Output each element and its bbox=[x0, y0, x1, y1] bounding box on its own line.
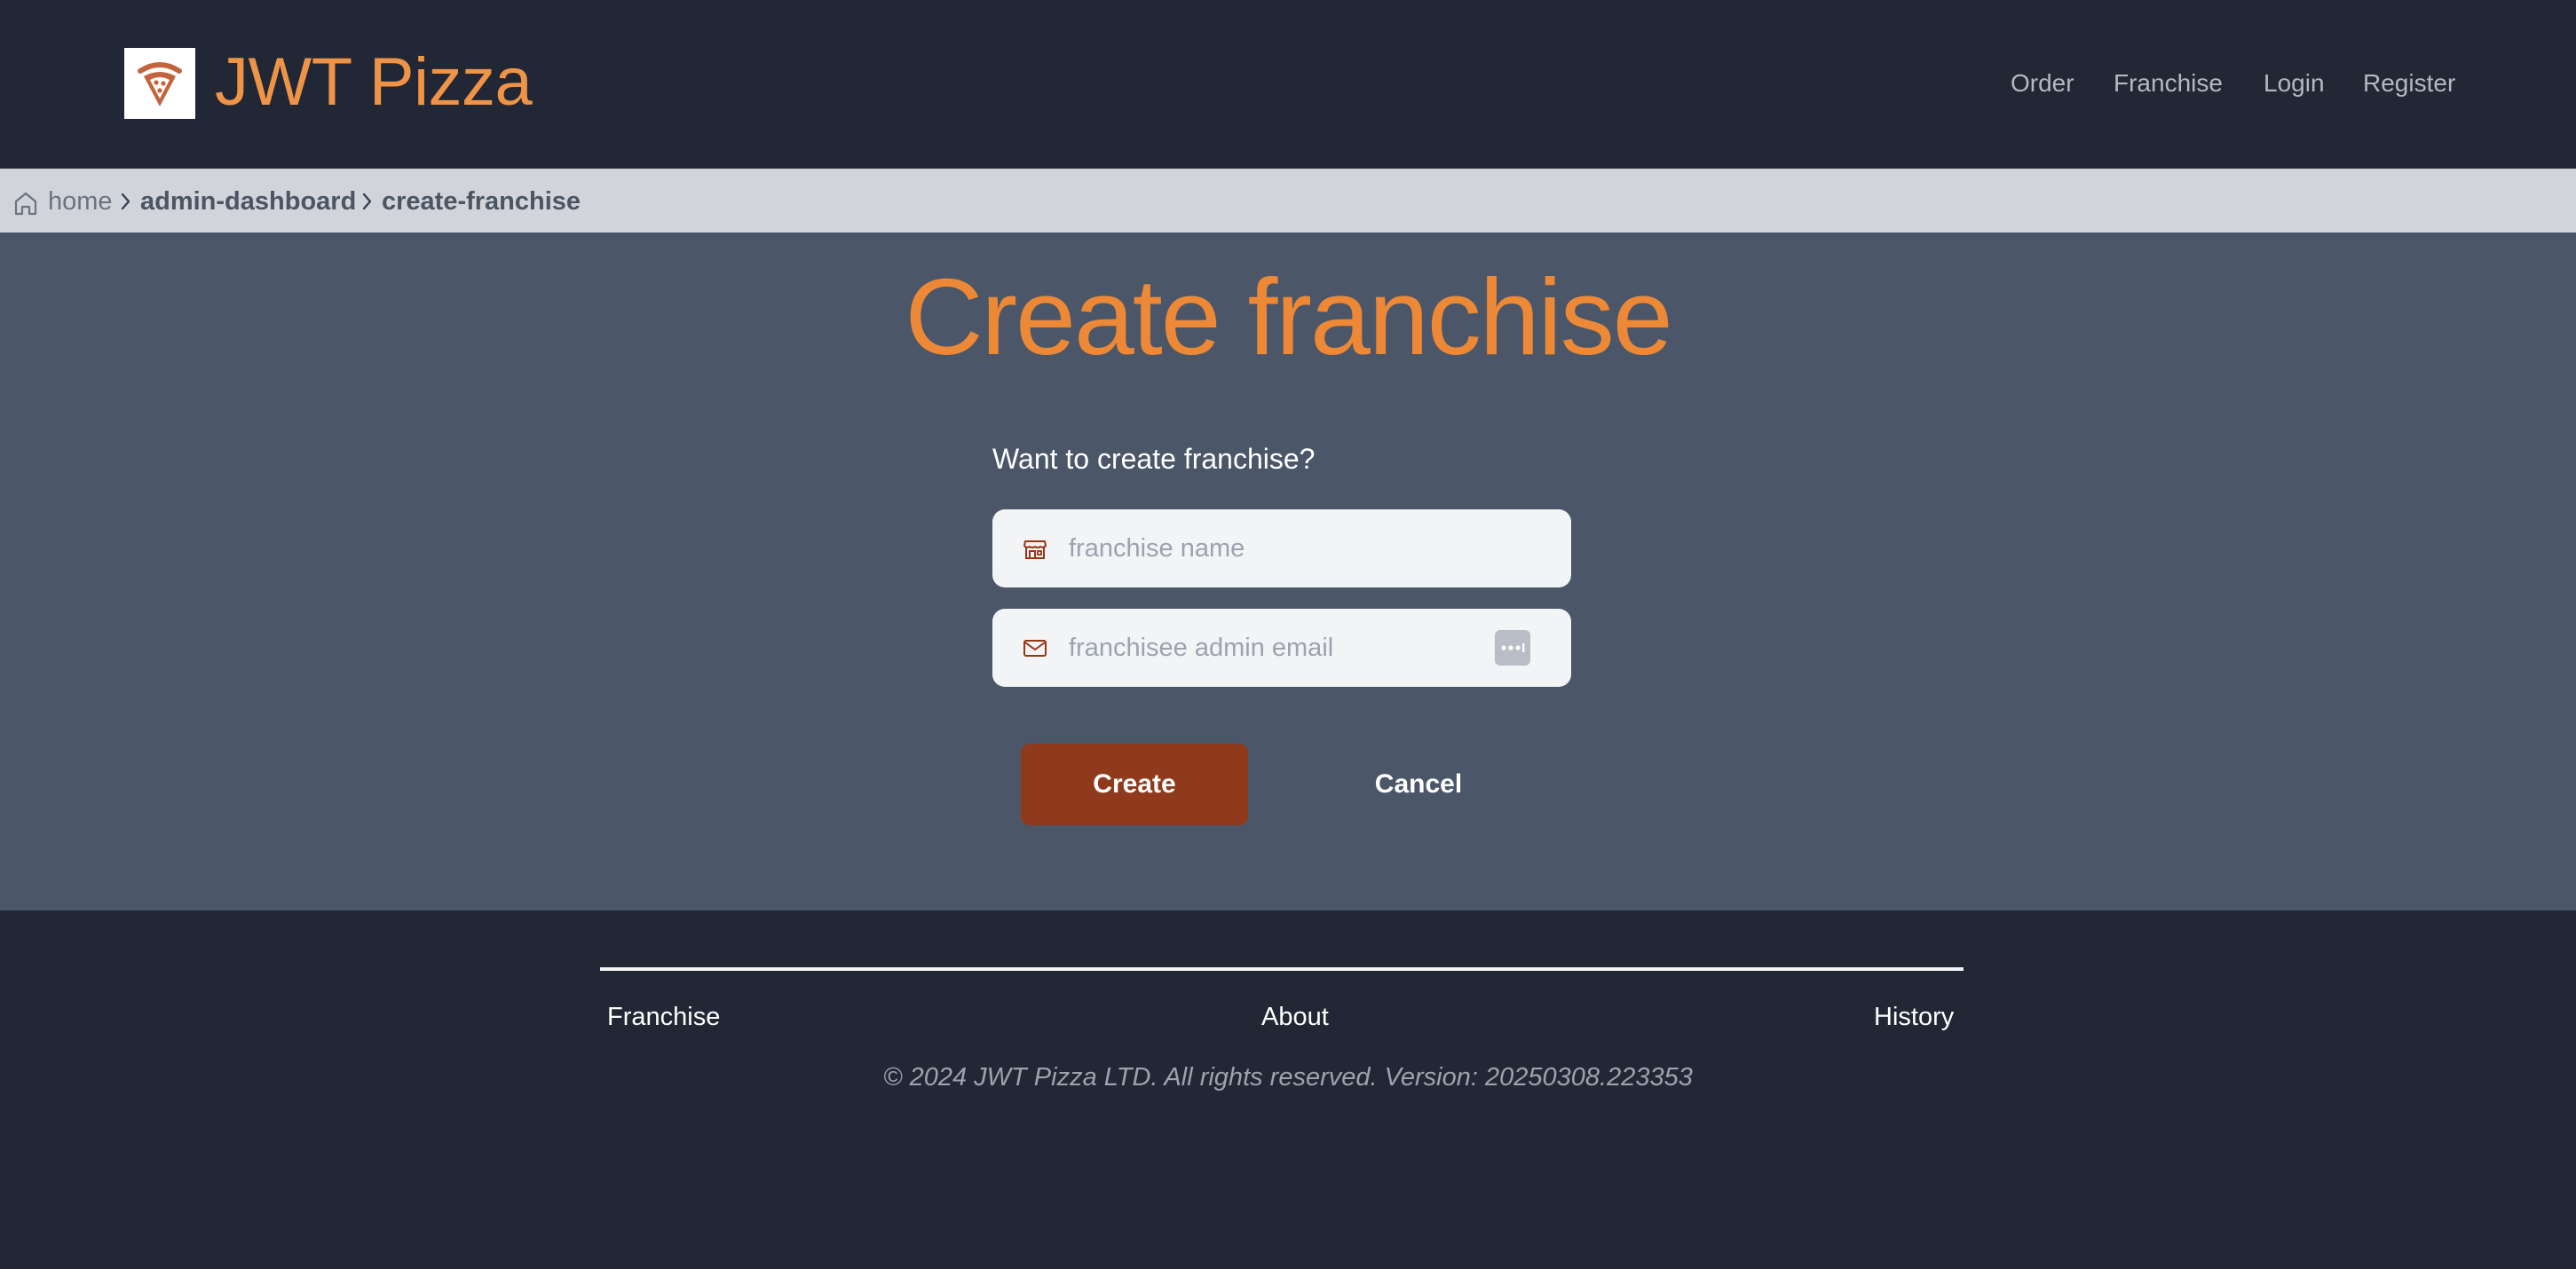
footer-link-about[interactable]: About bbox=[1261, 999, 1329, 1035]
mail-icon bbox=[1023, 640, 1047, 657]
breadcrumb-home[interactable]: home bbox=[48, 185, 113, 218]
dots-icon bbox=[1501, 643, 1525, 652]
form-prompt: Want to create franchise? bbox=[992, 443, 1316, 475]
admin-email-field[interactable] bbox=[992, 609, 1571, 687]
store-icon bbox=[1023, 540, 1047, 559]
footer-divider bbox=[600, 967, 1964, 971]
cancel-button[interactable]: Cancel bbox=[1305, 744, 1532, 825]
page-title: Create franchise bbox=[905, 256, 1672, 377]
breadcrumb-admin-dashboard[interactable]: admin-dashboard bbox=[140, 185, 356, 218]
franchise-name-input[interactable] bbox=[1069, 509, 1530, 587]
nav-login[interactable]: Login bbox=[2264, 66, 2325, 101]
pizza-slice-icon bbox=[138, 62, 182, 106]
footer-link-franchise[interactable]: Franchise bbox=[607, 999, 720, 1035]
create-button[interactable]: Create bbox=[1021, 744, 1248, 825]
home-icon[interactable] bbox=[12, 190, 39, 217]
nav-register[interactable]: Register bbox=[2363, 66, 2455, 101]
franchise-name-field[interactable] bbox=[992, 509, 1571, 587]
nav-franchise[interactable]: Franchise bbox=[2114, 66, 2223, 101]
site-header: JWT Pizza Order Franchise Login Register bbox=[0, 0, 2576, 169]
admin-email-input[interactable] bbox=[1069, 609, 1530, 687]
breadcrumb-create-franchise: create-franchise bbox=[382, 187, 581, 216]
chevron-right-icon bbox=[121, 193, 130, 210]
nav-order[interactable]: Order bbox=[2011, 66, 2074, 101]
footer-link-history[interactable]: History bbox=[1874, 999, 1954, 1035]
copyright-text: © 2024 JWT Pizza LTD. All rights reserve… bbox=[883, 1063, 1693, 1092]
site-footer: Franchise About History © 2024 JWT Pizza… bbox=[0, 910, 2576, 1269]
password-manager-icon[interactable] bbox=[1495, 630, 1530, 666]
main-content: Create franchise Want to create franchis… bbox=[0, 233, 2576, 910]
logo[interactable] bbox=[124, 48, 195, 119]
chevron-right-icon bbox=[362, 193, 372, 210]
breadcrumb: home admin-dashboard create-franchise bbox=[0, 169, 2576, 233]
brand-title[interactable]: JWT Pizza bbox=[215, 43, 533, 122]
